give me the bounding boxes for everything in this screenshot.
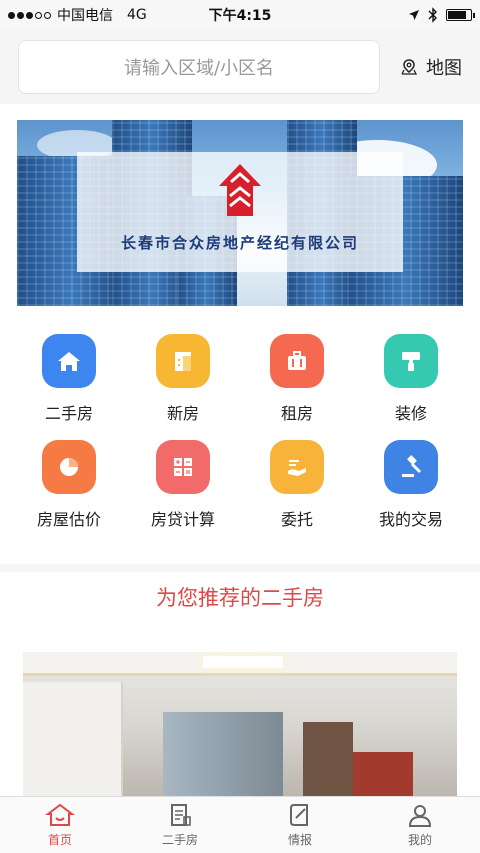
feature-decoration[interactable]: 装修 — [354, 334, 468, 426]
glass-door — [163, 712, 283, 802]
tab-label: 首页 — [47, 833, 72, 847]
recommend-section: 为您推荐的二手房 — [0, 572, 480, 802]
tab-intelligence[interactable]: 情报 — [240, 797, 360, 853]
tab-label: 我的 — [407, 833, 432, 847]
feature-new-house[interactable]: 新房 — [126, 334, 240, 426]
tab-bar: 首页 二手房 情报 我的 — [0, 796, 480, 853]
wall-panel — [23, 682, 123, 802]
map-label: 地图 — [426, 58, 462, 79]
clock: 下午4:15 — [208, 8, 272, 24]
recommend-title: 为您推荐的二手房 — [156, 586, 324, 610]
user-icon — [408, 805, 432, 827]
feature-rent[interactable]: 租房 — [240, 334, 354, 426]
feature-label: 房屋估价 — [36, 510, 101, 529]
signal-strength-icon — [8, 11, 51, 19]
search-input[interactable]: 请输入区域/小区名 — [18, 40, 380, 94]
feature-label: 装修 — [394, 404, 427, 423]
house-icon — [42, 334, 96, 388]
feature-label: 二手房 — [44, 404, 93, 423]
feature-label: 租房 — [280, 404, 313, 423]
tab-home[interactable]: 首页 — [0, 797, 120, 853]
feature-entrust[interactable]: 委托 — [240, 440, 354, 532]
tab-mine[interactable]: 我的 — [360, 797, 480, 853]
tab-label: 情报 — [287, 833, 312, 847]
company-name: 长春市合众房地产经纪有限公司 — [120, 234, 359, 252]
feature-mortgage-calculator[interactable]: 房贷计算 — [126, 440, 240, 532]
feature-label: 我的交易 — [378, 510, 443, 529]
battery-icon — [446, 9, 475, 21]
feature-label: 新房 — [166, 404, 199, 423]
banner-card: 长春市合众房地产经纪有限公司 — [77, 152, 403, 272]
home-icon — [45, 803, 75, 826]
tab-second-hand[interactable]: 二手房 — [120, 797, 240, 853]
company-logo-icon — [219, 164, 261, 216]
building-icon — [156, 334, 210, 388]
search-header: 请输入区域/小区名 地图 — [0, 30, 480, 104]
banner-carousel[interactable]: 长春市合众房地产经纪有限公司 — [17, 120, 463, 306]
feature-label: 委托 — [280, 510, 313, 529]
status-bar: 中国电信 4G 下午4:15 — [0, 0, 480, 30]
gavel-icon — [384, 440, 438, 494]
furniture — [353, 752, 413, 802]
notebook-icon — [290, 804, 308, 826]
carrier-name: 中国电信 — [57, 8, 113, 24]
listing-photo[interactable] — [23, 652, 457, 802]
suitcase-icon — [270, 334, 324, 388]
map-pin-icon — [401, 59, 418, 75]
feature-second-hand[interactable]: 二手房 — [12, 334, 126, 426]
feature-valuation[interactable]: 房屋估价 — [12, 440, 126, 532]
cabinet — [303, 722, 353, 802]
feature-grid: 二手房 新房 租房 装修 房屋估价 房贷计算 委托 我的交易 — [12, 334, 468, 532]
network-type: 4G — [127, 7, 147, 23]
handshake-icon — [270, 440, 324, 494]
feature-label: 房贷计算 — [150, 510, 215, 529]
tab-label: 二手房 — [161, 833, 198, 847]
ceiling-light — [203, 656, 283, 668]
pie-chart-icon — [42, 440, 96, 494]
search-placeholder: 请输入区域/小区名 — [123, 58, 275, 79]
document-icon — [171, 804, 191, 826]
map-button[interactable]: 地图 — [400, 54, 462, 80]
calculator-icon — [156, 440, 210, 494]
paint-roller-icon — [384, 334, 438, 388]
feature-my-transaction[interactable]: 我的交易 — [354, 440, 468, 532]
home-content: 长春市合众房地产经纪有限公司 二手房 新房 租房 装修 房屋估价 房贷计算 委托… — [0, 104, 480, 564]
location-arrow-icon — [409, 10, 419, 20]
bluetooth-icon — [428, 7, 437, 23]
